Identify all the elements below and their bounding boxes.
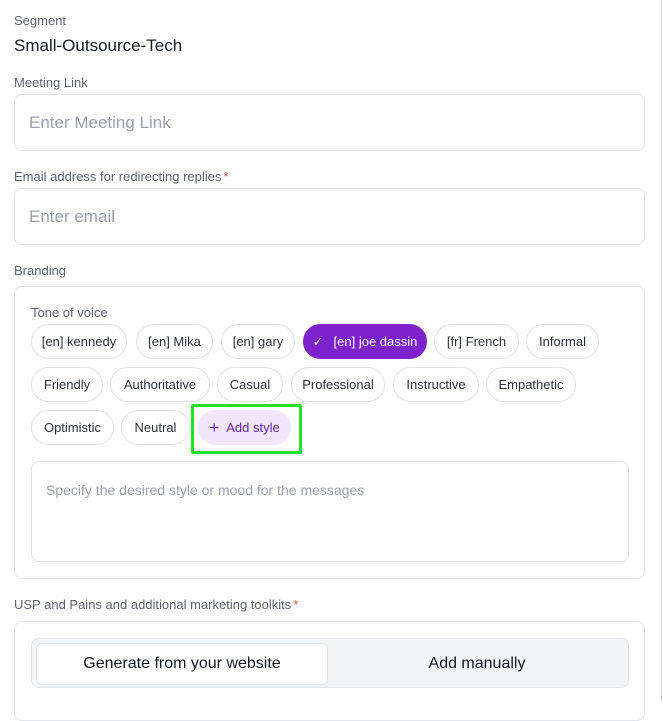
required-mark: *	[223, 169, 229, 184]
tone-chip-label: Informal	[539, 334, 586, 349]
tone-chip-label: [en] gary	[232, 334, 284, 349]
required-mark: *	[293, 597, 299, 612]
meeting-link-placeholder: Enter Meeting Link	[29, 112, 171, 132]
tab-generate-from-website[interactable]: Generate from your website	[36, 643, 328, 685]
tone-chip-label: [en] joe dassin	[333, 334, 418, 349]
style-description-textarea[interactable]: Specify the desired style or mood for th…	[31, 461, 629, 562]
tab-add-manually[interactable]: Add manually	[330, 643, 624, 685]
meeting-link-input[interactable]: Enter Meeting Link	[14, 94, 645, 151]
branding-label: Branding	[14, 263, 67, 278]
segment-label: Segment	[14, 13, 67, 28]
usp-card: Generate from your website Add manually	[14, 621, 645, 721]
tone-chip-label: [en] Mika	[148, 334, 201, 349]
tone-chip[interactable]: [en] Mika	[136, 324, 213, 359]
tone-chip-label: Authoritative	[123, 377, 197, 392]
tone-chip-label: Professional	[302, 377, 374, 392]
check-icon: ✓	[312, 333, 324, 349]
tone-chip-label: [fr] French	[446, 334, 507, 349]
tone-chip-label: Empathetic	[498, 377, 564, 392]
tone-chip-label: [en] kennedy	[41, 334, 117, 349]
tone-chip[interactable]: Authoritative	[110, 367, 210, 402]
email-input[interactable]: Enter email	[14, 188, 645, 245]
tone-chip[interactable]: Informal	[526, 324, 599, 359]
usp-label: USP and Pains and additional marketing t…	[14, 597, 298, 612]
tab-label: Add manually	[428, 655, 526, 672]
style-placeholder: Specify the desired style or mood for th…	[46, 482, 365, 498]
branding-card: Tone of voice [en] kennedy [en] Mika [en…	[14, 286, 645, 579]
tone-chip[interactable]: Casual	[217, 367, 283, 402]
highlight-box	[191, 404, 302, 454]
tone-of-voice-label: Tone of voice	[31, 305, 108, 320]
email-label-text: Email address for redirecting replies	[14, 169, 222, 184]
tone-chip[interactable]: Empathetic	[486, 367, 576, 402]
meeting-link-label: Meeting Link	[14, 75, 88, 90]
scrollbar-edge	[661, 0, 662, 702]
email-label: Email address for redirecting replies *	[14, 169, 228, 184]
tone-chip[interactable]: Instructive	[393, 367, 479, 402]
tone-chip-label: Optimistic	[43, 420, 102, 435]
usp-segmented-control: Generate from your website Add manually	[31, 638, 629, 688]
email-placeholder: Enter email	[29, 206, 115, 226]
tone-chip[interactable]: Neutral	[121, 410, 190, 445]
tone-chip[interactable]: [en] gary	[221, 324, 295, 359]
tone-chip[interactable]: Optimistic	[31, 410, 114, 445]
tone-chip-label: Casual	[229, 377, 271, 392]
tone-chip-selected[interactable]: ✓ [en] joe dassin	[303, 324, 427, 359]
tone-chip-label: Instructive	[406, 377, 466, 392]
tone-chip[interactable]: Friendly	[31, 367, 103, 402]
tone-chip-label: Friendly	[43, 377, 91, 392]
tone-chip-label: Neutral	[134, 420, 177, 435]
tone-chip[interactable]: Professional	[291, 367, 385, 402]
tab-label: Generate from your website	[83, 655, 281, 672]
tone-chip[interactable]: [fr] French	[434, 324, 519, 359]
usp-label-text: USP and Pains and additional marketing t…	[14, 597, 292, 612]
tone-chip[interactable]: [en] kennedy	[31, 324, 127, 359]
segment-value: Small-Outsource-Tech	[14, 36, 183, 55]
